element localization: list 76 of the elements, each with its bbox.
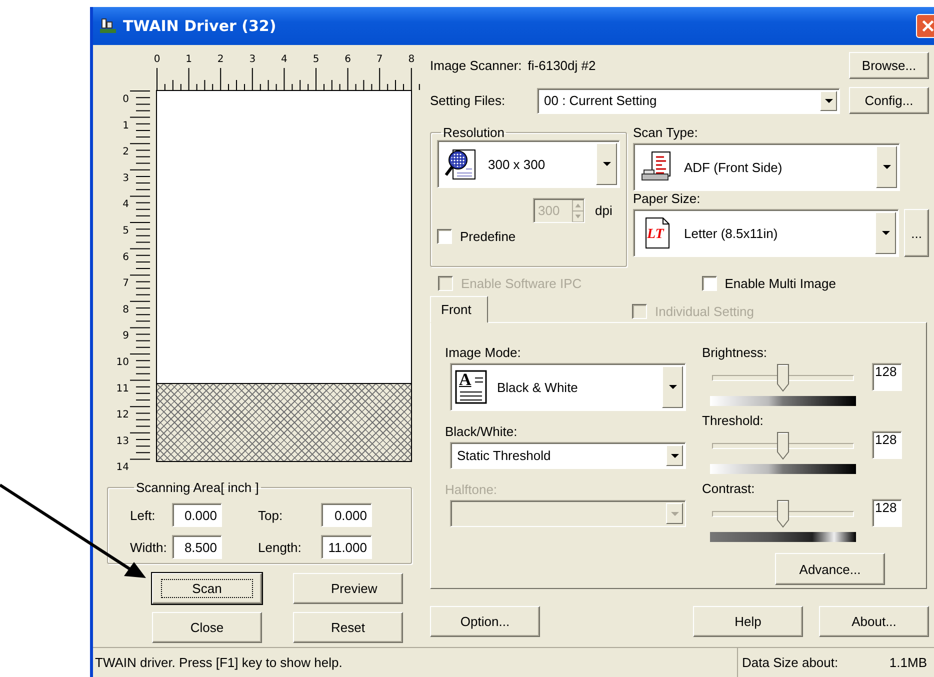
caret-icon (668, 385, 676, 389)
value-field[interactable]: 128 (872, 431, 902, 459)
field-label: Length: (258, 540, 302, 554)
input-field[interactable]: 8.500 (172, 535, 222, 559)
dropdown-button[interactable] (666, 445, 683, 466)
checkbox[interactable] (702, 276, 717, 291)
field-label: Width: (130, 540, 168, 554)
dialog-button[interactable]: Reset (293, 612, 403, 643)
status-message: TWAIN driver. Press [F1] key to show help. (94, 654, 344, 672)
more-button[interactable]: ... (904, 209, 929, 257)
scanner-app-icon (99, 18, 117, 34)
field-label: Top: (258, 508, 284, 522)
dialog-button[interactable]: Option... (430, 606, 540, 637)
spinner-arrows-icon (572, 200, 584, 222)
checkbox-label: Enable Multi Image (724, 276, 836, 291)
browse-button[interactable]: Browse... (849, 52, 929, 78)
status-label: Data Size about: (742, 655, 838, 672)
input-field[interactable]: 0.000 (172, 503, 222, 527)
checkbox-label: Enable Software IPC (461, 276, 582, 291)
field-label: Image Mode: (445, 345, 522, 360)
unit-label: dpi (595, 203, 612, 218)
dropdown-button[interactable] (820, 90, 837, 110)
dialog-button[interactable]: Preview (293, 573, 403, 604)
horizontal-ruler: 0 1 2 3 4 5 6 7 8 (150, 45, 426, 90)
scanner-label: Image Scanner: (430, 58, 522, 72)
magnifier-page-icon (444, 147, 478, 181)
scan-type-dropdown[interactable]: ADF (Front Side) (633, 143, 900, 191)
advance-button[interactable]: Advance... (775, 553, 885, 585)
caret-icon (602, 162, 610, 166)
field-label: Paper Size: (633, 191, 702, 206)
field-label: Black/White: (445, 424, 518, 439)
caret-icon (882, 165, 890, 169)
checkbox-label: Individual Setting (655, 304, 754, 319)
slider-thumb[interactable] (777, 500, 789, 528)
window-title: TWAIN Driver (32) (123, 17, 276, 35)
setting-files-dropdown[interactable]: 00 : Current Setting (537, 88, 840, 114)
image-mode-dropdown[interactable]: A Black & White (450, 363, 686, 411)
dialog-button[interactable]: Close (152, 612, 262, 643)
caret-icon (824, 98, 832, 102)
caret-icon (670, 512, 678, 516)
checkbox-label: Predefine (460, 229, 516, 244)
slider-thumb[interactable] (777, 364, 789, 392)
letter-label: A (459, 370, 472, 390)
close-icon (922, 20, 934, 32)
paper-size-dropdown[interactable]: LT Letter (8.5x11in) (633, 209, 900, 257)
field-label: Setting Files: (430, 93, 506, 108)
resolution-dropdown[interactable]: 300 x 300 (437, 140, 620, 188)
tab[interactable]: Front (430, 296, 488, 323)
text-document-icon (455, 370, 487, 404)
dialog-button[interactable]: Help (693, 606, 803, 637)
paper-code-label: LT (647, 227, 664, 243)
value-field[interactable]: 128 (872, 499, 902, 527)
field-label: Left: (130, 508, 156, 522)
halftone-dropdown[interactable] (450, 500, 686, 527)
checkbox[interactable] (437, 229, 452, 244)
config-button[interactable]: Config... (849, 87, 929, 114)
status-value: 1.1MB (889, 655, 927, 672)
slider-label: Threshold: (702, 413, 764, 428)
dialog-button[interactable]: About... (819, 606, 929, 637)
dialog-button[interactable]: Scan (152, 573, 262, 604)
vertical-ruler: 0 1 2 3 4 5 6 7 8 9 10 11 12 13 14 (93, 90, 150, 472)
caret-icon (670, 454, 678, 458)
value-field[interactable]: 128 (872, 363, 902, 391)
group-title: Resolution (442, 125, 506, 140)
close-button[interactable] (916, 14, 934, 38)
group-title: Scanning Area[ inch ] (135, 480, 260, 495)
threshold-mode-dropdown[interactable]: Static Threshold (450, 442, 686, 469)
input-field[interactable]: 11.000 (321, 535, 372, 559)
slider-label: Brightness: (702, 345, 768, 360)
input-field[interactable]: 0.000 (321, 503, 372, 527)
scanner-name: fi-6130dj #2 (528, 58, 596, 72)
slider-thumb[interactable] (777, 432, 789, 460)
slider-label: Contrast: (702, 481, 756, 496)
caret-icon (882, 231, 890, 235)
field-label: Scan Type: (633, 125, 699, 140)
field-label: Halftone: (445, 482, 498, 497)
